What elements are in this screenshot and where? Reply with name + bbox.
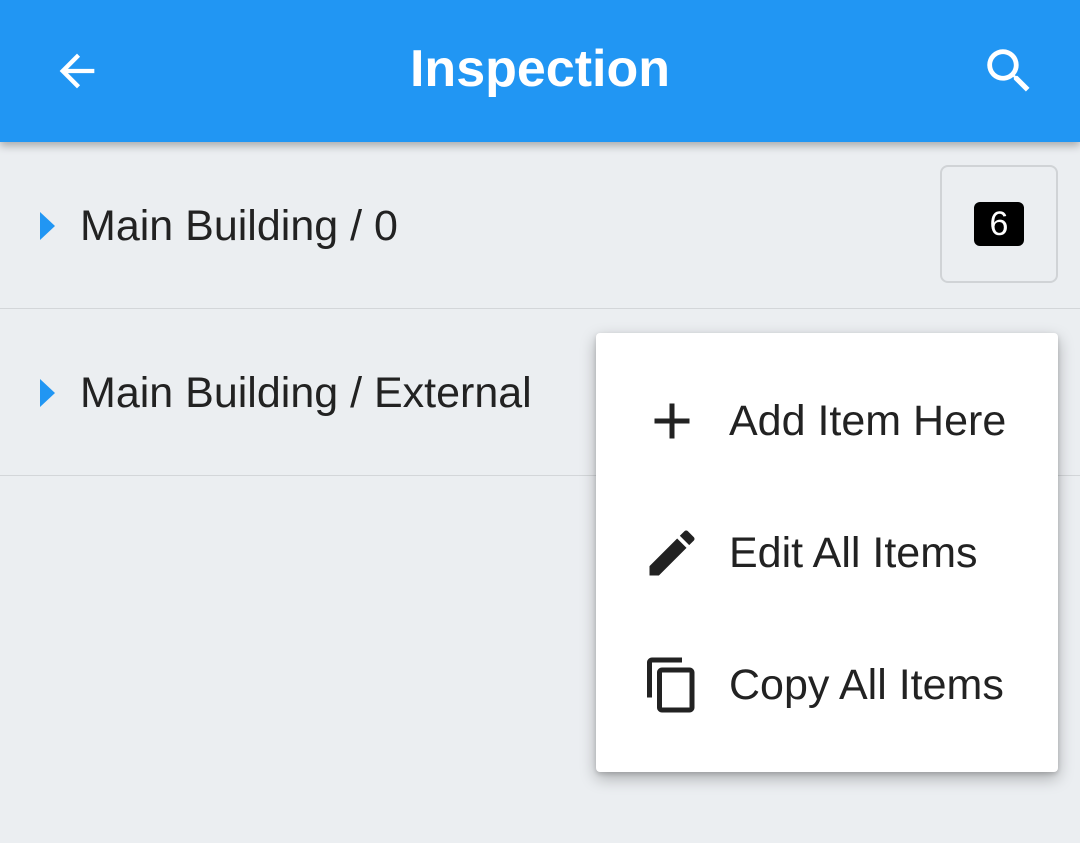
arrow-back-icon — [59, 53, 95, 89]
copy-icon — [647, 657, 695, 713]
plus-icon — [654, 403, 690, 439]
menu-item-label: Add Item Here — [729, 397, 1007, 445]
copy-all-items-menu-item[interactable]: Copy All Items — [596, 619, 1058, 751]
list-item[interactable]: Main Building / 0 6 — [0, 142, 1080, 309]
menu-item-label: Copy All Items — [729, 661, 1004, 709]
search-icon — [987, 49, 1030, 92]
pencil-icon — [649, 530, 695, 576]
search-button[interactable] — [968, 30, 1050, 112]
count-badge: 6 — [974, 202, 1024, 246]
add-item-here-menu-item[interactable]: Add Item Here — [596, 355, 1058, 487]
page-title: Inspection — [409, 40, 671, 98]
app-bar: Inspection — [0, 0, 1080, 142]
menu-item-label: Edit All Items — [729, 529, 978, 577]
list-item-label: Main Building / External — [80, 369, 532, 417]
caret-right-icon[interactable] — [40, 212, 55, 240]
caret-right-icon[interactable] — [40, 379, 55, 407]
context-menu: Add Item Here Edit All Items Copy All It… — [596, 333, 1058, 772]
list-item-label: Main Building / 0 — [80, 202, 398, 250]
back-button[interactable] — [36, 30, 118, 112]
edit-all-items-menu-item[interactable]: Edit All Items — [596, 487, 1058, 619]
item-count-button[interactable]: 6 — [940, 165, 1058, 283]
